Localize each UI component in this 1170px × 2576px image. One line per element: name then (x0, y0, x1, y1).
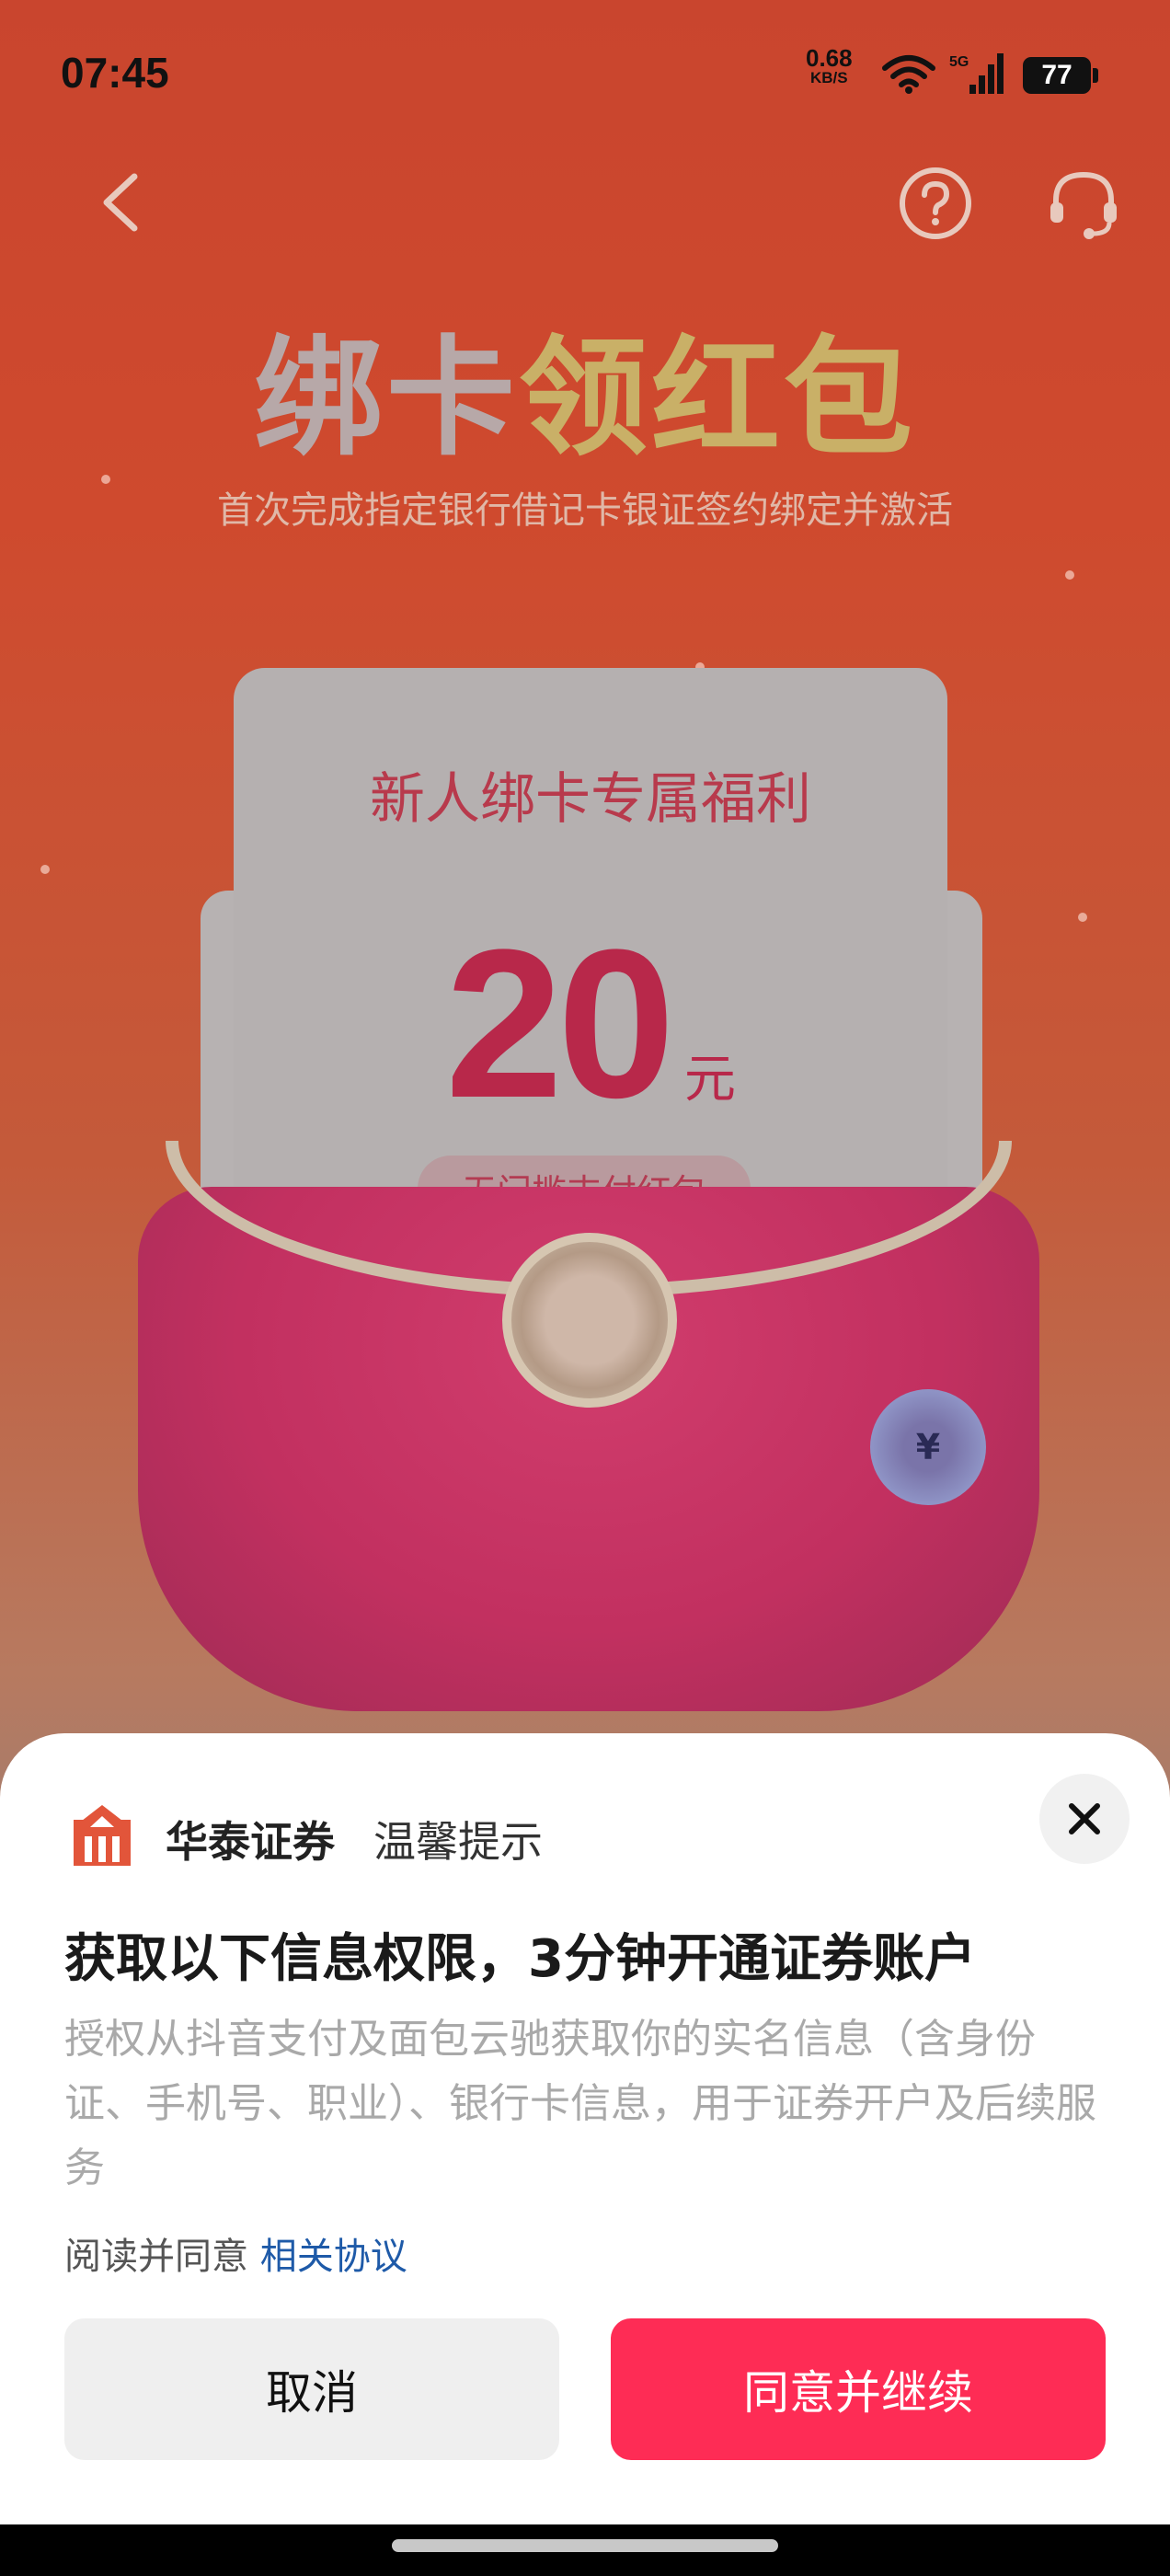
sparkle (1065, 570, 1074, 580)
broker-name: 华泰证券 (166, 1817, 335, 1867)
promo-subtitle: 首次完成指定银行借记卡银证签约绑定并激活 (217, 489, 953, 532)
headline-part-1: 绑卡 (253, 324, 519, 474)
sparkle (101, 475, 110, 484)
net-speed-unit: KB/S (809, 69, 848, 86)
network-type-label: 5G (949, 54, 969, 70)
headline-part-2: 领红包 (519, 324, 917, 474)
agreement-prefix: 阅读并同意 (64, 2236, 248, 2278)
status-bar: 07:45 0.68 KB/S 5G 77 (0, 0, 1170, 147)
coin-badge-icon: ¥ (870, 1389, 986, 1505)
cancel-button[interactable]: 取消 (64, 2318, 559, 2460)
back-icon[interactable] (90, 166, 151, 239)
help-icon[interactable] (898, 166, 973, 241)
screen: 07:45 0.68 KB/S 5G 77 绑卡领红包 首次完成指定银行借记卡银… (0, 0, 1170, 2576)
promo-amount: 20 元 (234, 902, 947, 1145)
sheet-heading: 温馨提示 (373, 1817, 543, 1867)
sparkle (1078, 913, 1087, 922)
huatai-logo-icon (74, 1805, 131, 1866)
sheet-title: 获取以下信息权限，3分钟开通证券账户 (64, 1929, 976, 1989)
close-icon (1069, 1803, 1100, 1834)
status-time: 07:45 (61, 49, 169, 97)
battery-indicator: 77 (1023, 57, 1098, 94)
customer-service-icon[interactable] (1045, 166, 1122, 241)
sheet-description: 授权从抖音支付及面包云驰获取你的实名信息（含身份证、手机号、职业）、银行卡信息，… (64, 2016, 1096, 2191)
promo-card-title: 新人绑卡专属福利 (370, 767, 811, 832)
wallet-clasp (502, 1233, 677, 1408)
close-button[interactable] (1039, 1774, 1130, 1864)
promo-amount-value: 20 (445, 905, 675, 1142)
wifi-icon (882, 55, 935, 94)
net-speed-indicator: 0.68 KB/S (806, 46, 853, 88)
promo-headline: 绑卡领红包 (0, 294, 1170, 480)
home-indicator[interactable] (392, 2539, 778, 2552)
signal-icon: 5G (949, 53, 1004, 94)
sparkle (40, 865, 50, 874)
agree-continue-button[interactable]: 同意并继续 (611, 2318, 1106, 2460)
promo-amount-unit: 元 (683, 1050, 736, 1110)
agreement-line: 阅读并同意 相关协议 (64, 2226, 407, 2280)
agreement-link[interactable]: 相关协议 (260, 2236, 407, 2278)
